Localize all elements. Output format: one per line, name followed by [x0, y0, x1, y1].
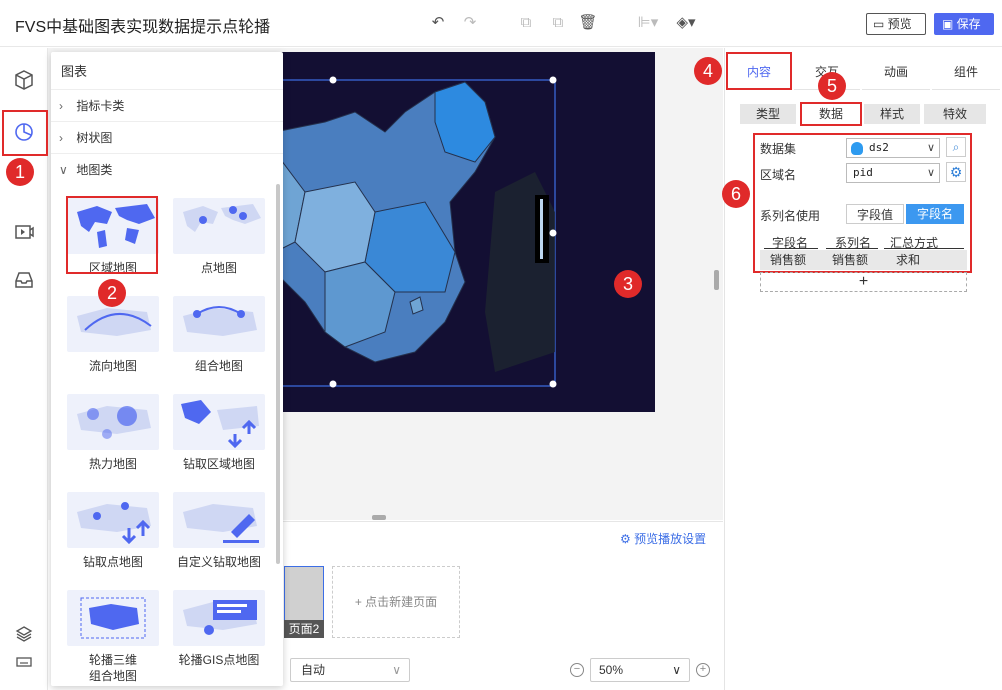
add-field-button[interactable]: +	[760, 272, 967, 292]
map-item-flow[interactable]: 流向地图	[67, 296, 159, 374]
map-item-point[interactable]: 点地图	[173, 198, 265, 276]
region-map-highlight	[66, 196, 158, 274]
category-tree[interactable]: › 树状图	[51, 121, 283, 153]
callout-marker-1: 1	[6, 158, 34, 186]
top-toolbar: FVS中基础图表实现数据提示点轮播 ↶ ↷ ⧉ ⧉ 🗑 ⊫▾ ◈▾ ▭ 预览 ▣…	[0, 0, 1002, 47]
zoom-value: 50%	[599, 663, 624, 677]
canvas-horizontal-scrollbar[interactable]	[372, 515, 386, 520]
region-map-chart[interactable]	[234, 52, 655, 412]
undo-icon[interactable]: ↶	[428, 13, 448, 33]
callout-marker-2: 2	[98, 279, 126, 307]
map-item-custom-drill[interactable]: 自定义钻取地图	[173, 492, 265, 570]
auto-select[interactable]: 自动 ∨	[290, 658, 410, 682]
subtab-type[interactable]: 类型	[740, 104, 796, 124]
carousel-3d-map-thumbnail	[67, 590, 159, 646]
drill-region-map-thumbnail	[173, 394, 265, 450]
drill-point-map-thumbnail	[67, 492, 159, 548]
category-label: 地图类	[76, 163, 113, 177]
align-icon[interactable]: ⊫▾	[636, 13, 660, 33]
carousel-gis-map-thumbnail	[173, 590, 265, 646]
combo-map-thumbnail	[173, 296, 265, 352]
chevron-down-icon: ∨	[59, 163, 68, 177]
callout-marker-6: 6	[722, 180, 750, 208]
chevron-right-icon: ›	[59, 99, 63, 113]
tab-animation[interactable]: 动画	[862, 54, 930, 90]
category-maps[interactable]: ∨ 地图类	[51, 153, 283, 185]
save-button[interactable]: ▣ 保存	[934, 13, 994, 35]
map-item-drill-region[interactable]: 钻取区域地图	[173, 394, 265, 472]
category-label: 树状图	[76, 131, 113, 145]
map-item-label: 轮播GIS点地图	[178, 653, 260, 667]
preview-settings-label: 预览播放设置	[634, 532, 707, 546]
canvas-vertical-scrollbar[interactable]	[714, 270, 719, 290]
map-item-label: 流向地图	[88, 359, 137, 373]
point-map-thumbnail	[173, 198, 265, 254]
custom-drill-map-thumbnail	[173, 492, 265, 548]
paste-icon[interactable]: ⧉	[548, 13, 568, 33]
map-item-drill-point[interactable]: 钻取点地图	[67, 492, 159, 570]
keyboard-icon[interactable]	[8, 648, 40, 680]
heat-map-thumbnail	[67, 394, 159, 450]
auto-value: 自动	[301, 663, 326, 677]
map-item-heat[interactable]: 热力地图	[67, 394, 159, 472]
redo-icon[interactable]: ↷	[460, 13, 480, 33]
callout-marker-5: 5	[818, 72, 846, 100]
save-label: 保存	[956, 17, 981, 31]
tab-component[interactable]: 组件	[932, 54, 1000, 90]
map-item-label: 钻取区域地图	[182, 457, 255, 471]
subtab-data-highlight	[800, 102, 862, 126]
panel-title: 图表	[61, 64, 88, 79]
zoom-in-icon[interactable]: +	[696, 663, 710, 677]
category-label: 指标卡类	[76, 99, 125, 113]
map-item-label: 热力地图	[88, 457, 137, 471]
map-item-carousel-gis[interactable]: 轮播GIS点地图	[173, 590, 265, 668]
preview-label: 预览	[887, 17, 912, 31]
chevron-down-icon: ∨	[672, 663, 681, 677]
map-item-label: 自定义钻取地图	[176, 555, 261, 569]
page-label: 页面2	[284, 620, 324, 638]
tab-content-highlight	[726, 52, 792, 90]
map-item-label: 组合地图	[194, 359, 243, 373]
subtab-effects[interactable]: 特效	[924, 104, 986, 124]
chevron-down-icon: ∨	[392, 663, 401, 677]
subtab-style[interactable]: 样式	[864, 104, 920, 124]
zoom-select[interactable]: 50% ∨	[590, 658, 690, 682]
media-icon[interactable]	[8, 216, 40, 248]
map-item-carousel-3d[interactable]: 轮播三维 组合地图	[67, 590, 159, 684]
map-item-combo[interactable]: 组合地图	[173, 296, 265, 374]
callout-marker-3: 3	[614, 270, 642, 298]
map-item-label: 点地图	[200, 261, 237, 275]
callout-marker-4: 4	[694, 57, 722, 85]
map-item-label: 钻取点地图	[82, 555, 143, 569]
cube-icon[interactable]	[8, 64, 40, 96]
preview-settings-link[interactable]: ⚙ 预览播放设置	[620, 530, 706, 547]
zoom-out-icon[interactable]: −	[570, 663, 584, 677]
panel-scrollbar[interactable]	[276, 184, 280, 564]
inbox-icon[interactable]	[8, 264, 40, 296]
chart-icon-highlight	[2, 110, 48, 156]
dashboard-canvas[interactable]	[234, 52, 655, 412]
new-page-button[interactable]: + 点击新建页面	[332, 566, 460, 638]
delete-icon[interactable]: 🗑	[578, 13, 598, 33]
data-settings-highlight	[753, 133, 972, 273]
category-indicator-cards[interactable]: › 指标卡类	[51, 89, 283, 121]
chevron-right-icon: ›	[59, 131, 63, 145]
page-title: FVS中基础图表实现数据提示点轮播	[15, 19, 271, 36]
map-item-label: 轮播三维 组合地图	[88, 653, 137, 683]
layer-icon[interactable]: ◈▾	[674, 13, 698, 33]
copy-icon[interactable]: ⧉	[516, 13, 536, 33]
preview-button[interactable]: ▭ 预览	[866, 13, 926, 35]
